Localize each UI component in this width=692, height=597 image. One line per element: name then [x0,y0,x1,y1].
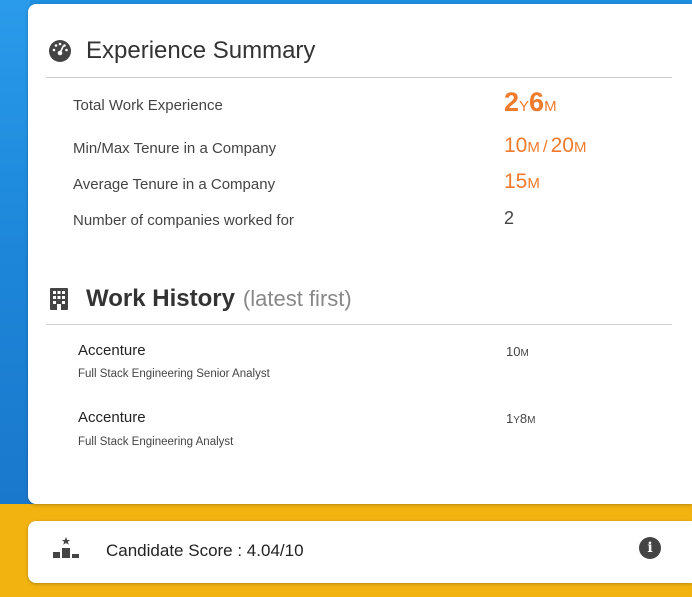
candidate-score-label: Candidate Score : 4.04/10 [106,541,304,560]
experience-card: Experience Summary Total Work Experience… [28,4,692,504]
min-max-tenure-label: Min/Max Tenure in a Company [73,140,277,157]
company-name: Accenture [78,342,146,359]
companies-count-value: 2 [504,208,515,228]
podium-icon [52,536,80,560]
job-role: Full Stack Engineering Analyst [78,436,234,448]
company-name: Accenture [78,409,146,426]
total-experience-value: 2 Y 6 M [504,87,557,117]
divider [46,77,672,78]
divider [46,324,672,325]
min-max-tenure-value: 10 M / 20 M [504,134,587,157]
average-tenure-label: Average Tenure in a Company [73,176,276,193]
companies-count-label: Number of companies worked for [73,212,294,229]
job-duration: 1Y8M [506,411,536,426]
job-role: Full Stack Engineering Senior Analyst [78,368,270,380]
experience-summary-heading: Experience Summary [48,37,315,65]
info-icon[interactable]: i [639,537,661,559]
dashboard-gauge-icon [48,39,72,63]
candidate-score-card: Candidate Score : 4.04/10 i [28,521,692,583]
experience-summary-title: Experience Summary [86,37,316,64]
background-left-edge [0,0,30,504]
total-experience-label: Total Work Experience [73,97,223,114]
work-history-heading: Work History (latest first) [48,285,352,313]
average-tenure-value: 15 M [504,170,540,193]
work-history-title: Work History [86,285,235,312]
building-icon [48,287,72,311]
work-history-subtitle: (latest first) [242,286,352,311]
job-duration: 10M [506,344,529,359]
